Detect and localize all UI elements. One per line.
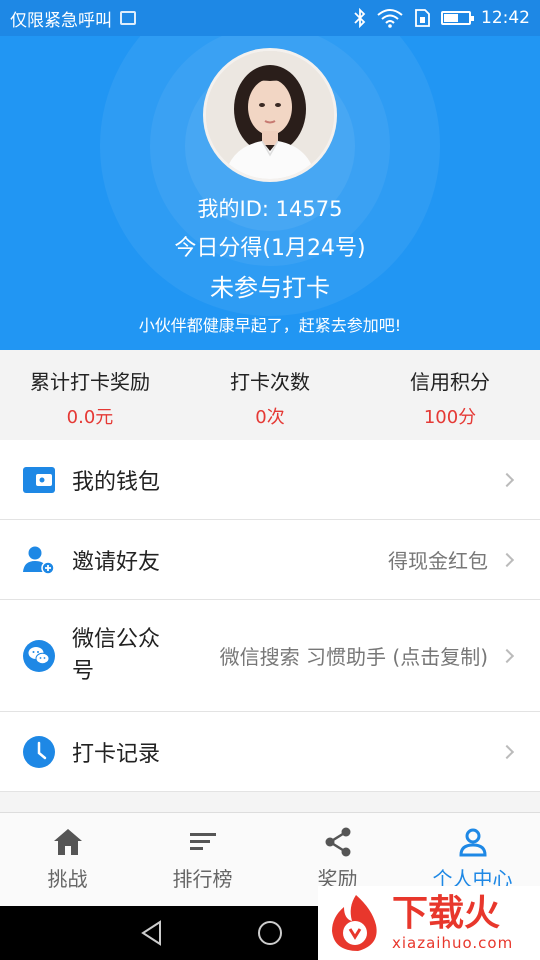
flame-logo-icon (332, 895, 377, 951)
profile-header: 我的ID: 14575 今日分得(1月24号) 未参与打卡 小伙伴都健康早起了，… (0, 36, 540, 350)
person-icon (458, 828, 487, 857)
stat-credit-score: 信用积分 100分 (360, 350, 540, 440)
menu-item-wechat-official[interactable]: 微信公众号 微信搜索 习惯助手 (点击复制) (0, 600, 540, 712)
ranking-icon (189, 833, 216, 850)
share-icon (325, 827, 350, 857)
watermark-logo: 下载火 xiazaihuo.com (318, 886, 540, 960)
stat-value: 0次 (255, 407, 285, 428)
menu-item-invite-friends[interactable]: 邀请好友 得现金红包 (0, 520, 540, 600)
stat-label: 累计打卡奖励 (30, 370, 150, 394)
sim-icon (415, 9, 430, 27)
tab-ranking[interactable]: 排行榜 (135, 813, 270, 906)
battery-icon (441, 11, 474, 25)
bluetooth-icon (354, 8, 366, 28)
stat-label: 信用积分 (410, 370, 490, 394)
stat-total-reward: 累计打卡奖励 0.0元 (0, 350, 180, 440)
tab-label: 排行榜 (172, 867, 233, 891)
menu-item-hint: 得现金红包 (388, 549, 488, 573)
avatar-image (206, 51, 334, 179)
menu-item-label: 打卡记录 (72, 741, 161, 767)
menu-item-label: 邀请好友 (72, 549, 161, 575)
stats-row: 累计打卡奖励 0.0元 打卡次数 0次 信用积分 100分 (0, 350, 540, 440)
wifi-icon (377, 9, 403, 28)
tab-challenge[interactable]: 挑战 (0, 813, 135, 906)
wallet-icon (22, 463, 56, 497)
clock-icon (22, 735, 56, 769)
chevron-right-icon (499, 472, 515, 487)
today-earned-text: 今日分得(1月24号) (174, 236, 366, 261)
user-id-text: 我的ID: 14575 (197, 197, 343, 221)
stat-value: 100分 (423, 407, 477, 428)
avatar[interactable] (203, 48, 337, 182)
watermark-sub-text: xiazaihuo.com (392, 934, 514, 952)
menu-item-wallet[interactable]: 我的钱包 (0, 440, 540, 520)
menu-item-label: 我的钱包 (72, 469, 161, 495)
stat-value: 0.0元 (66, 407, 114, 428)
menu-item-hint: 微信搜索 习惯助手 (点击复制) (219, 645, 488, 669)
menu-list: 我的钱包 邀请好友 得现金红包 微信公众号 微信搜索 习惯助手 (点击复制) 打… (0, 440, 540, 792)
menu-item-checkin-record[interactable]: 打卡记录 (0, 712, 540, 792)
watermark-main-text: 下载火 (392, 893, 501, 934)
wechat-icon (22, 639, 56, 673)
home-icon (53, 829, 82, 855)
carrier-text: 仅限紧急呼叫 (10, 10, 112, 31)
clock-time: 12:42 (481, 8, 530, 28)
menu-item-label: 微信公众号 (72, 626, 161, 684)
tab-label: 挑战 (47, 867, 88, 891)
image-notification-icon (120, 11, 136, 25)
home-button-icon[interactable] (256, 919, 284, 947)
invite-user-icon (22, 543, 56, 577)
back-icon[interactable] (138, 919, 166, 947)
status-bar: 仅限紧急呼叫 12:42 (0, 0, 540, 36)
stat-checkin-count: 打卡次数 0次 (180, 350, 360, 440)
checkin-status-text: 未参与打卡 (210, 274, 330, 302)
slogan-text: 小伙伴都健康早起了，赶紧去参加吧! (138, 316, 402, 335)
chevron-right-icon (499, 744, 515, 759)
stat-label: 打卡次数 (230, 370, 310, 394)
